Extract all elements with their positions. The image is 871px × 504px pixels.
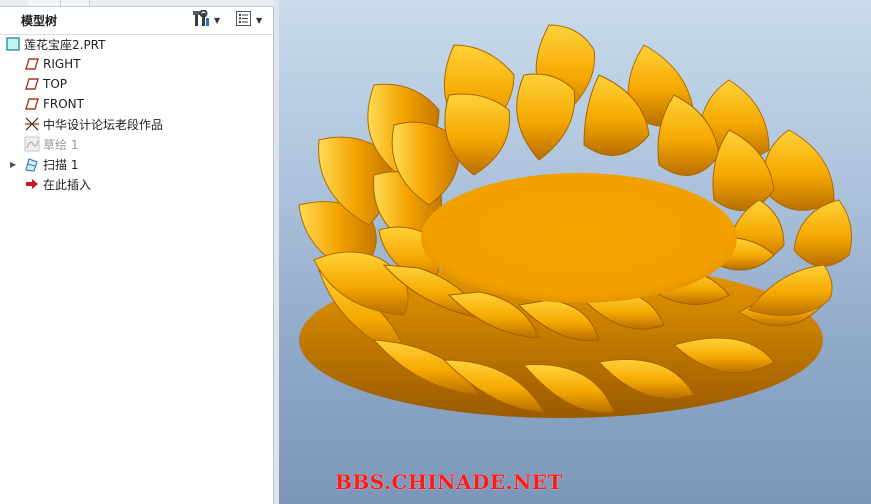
tree-item-label: FRONT [43,97,84,111]
tree-item-part[interactable]: 莲花宝座2.PRT [5,34,105,54]
tools-icon [193,9,210,31]
model-tree-panel: 模型树 ▼ ▼ 莲花宝座2.PRT RIGHT TOP FRONT 中华设计论坛… [0,0,274,504]
panel-tab[interactable] [28,0,61,6]
tree-item-datum-top[interactable]: TOP [24,74,67,94]
part-icon [5,36,21,52]
expand-arrow-icon[interactable]: ▶ [10,160,16,169]
tree-show-button[interactable]: ▼ [235,10,263,31]
sweep-icon [24,156,40,172]
tree-item-sweep[interactable]: 扫描 1 [24,154,78,174]
chevron-down-icon: ▼ [256,15,263,25]
watermark-text: BBS.CHINADE.NET [335,470,563,494]
list-icon [235,10,252,31]
model-tree-header: 模型树 ▼ ▼ [0,7,273,35]
chevron-down-icon: ▼ [214,15,221,25]
tree-item-insert-here[interactable]: 在此插入 [24,174,91,194]
lotus-center-disk [421,173,737,303]
tree-item-label: 在此插入 [43,177,92,192]
datum-plane-icon [24,76,40,92]
datum-plane-icon [24,96,40,112]
tree-settings-button[interactable]: ▼ [193,9,221,31]
graphics-viewport[interactable]: BBS.CHINADE.NET [279,0,871,504]
tree-item-label: TOP [43,77,68,91]
lotus-seat-model [298,24,852,418]
panel-tab-strip [0,0,274,7]
tree-item-datum-right[interactable]: RIGHT [24,54,81,74]
tree-item-datum-front[interactable]: FRONT [24,94,84,114]
tree-item-label: 草绘 1 [43,137,79,152]
tree-item-coordinate-system[interactable]: 中华设计论坛老段作品 [24,114,163,134]
insert-here-arrow-icon [24,176,40,192]
tree-item-sketch[interactable]: 草绘 1 [24,134,78,154]
sketch-icon [24,136,40,152]
panel-tab[interactable] [61,0,90,6]
model-tree-title: 模型树 [21,14,58,28]
tree-item-label: 扫描 1 [43,157,79,172]
tree-item-label: 莲花宝座2.PRT [24,37,106,52]
tree-item-label: 中华设计论坛老段作品 [43,117,164,132]
datum-plane-icon [24,56,40,72]
coordinate-system-icon [24,116,40,132]
tree-item-label: RIGHT [43,57,81,71]
